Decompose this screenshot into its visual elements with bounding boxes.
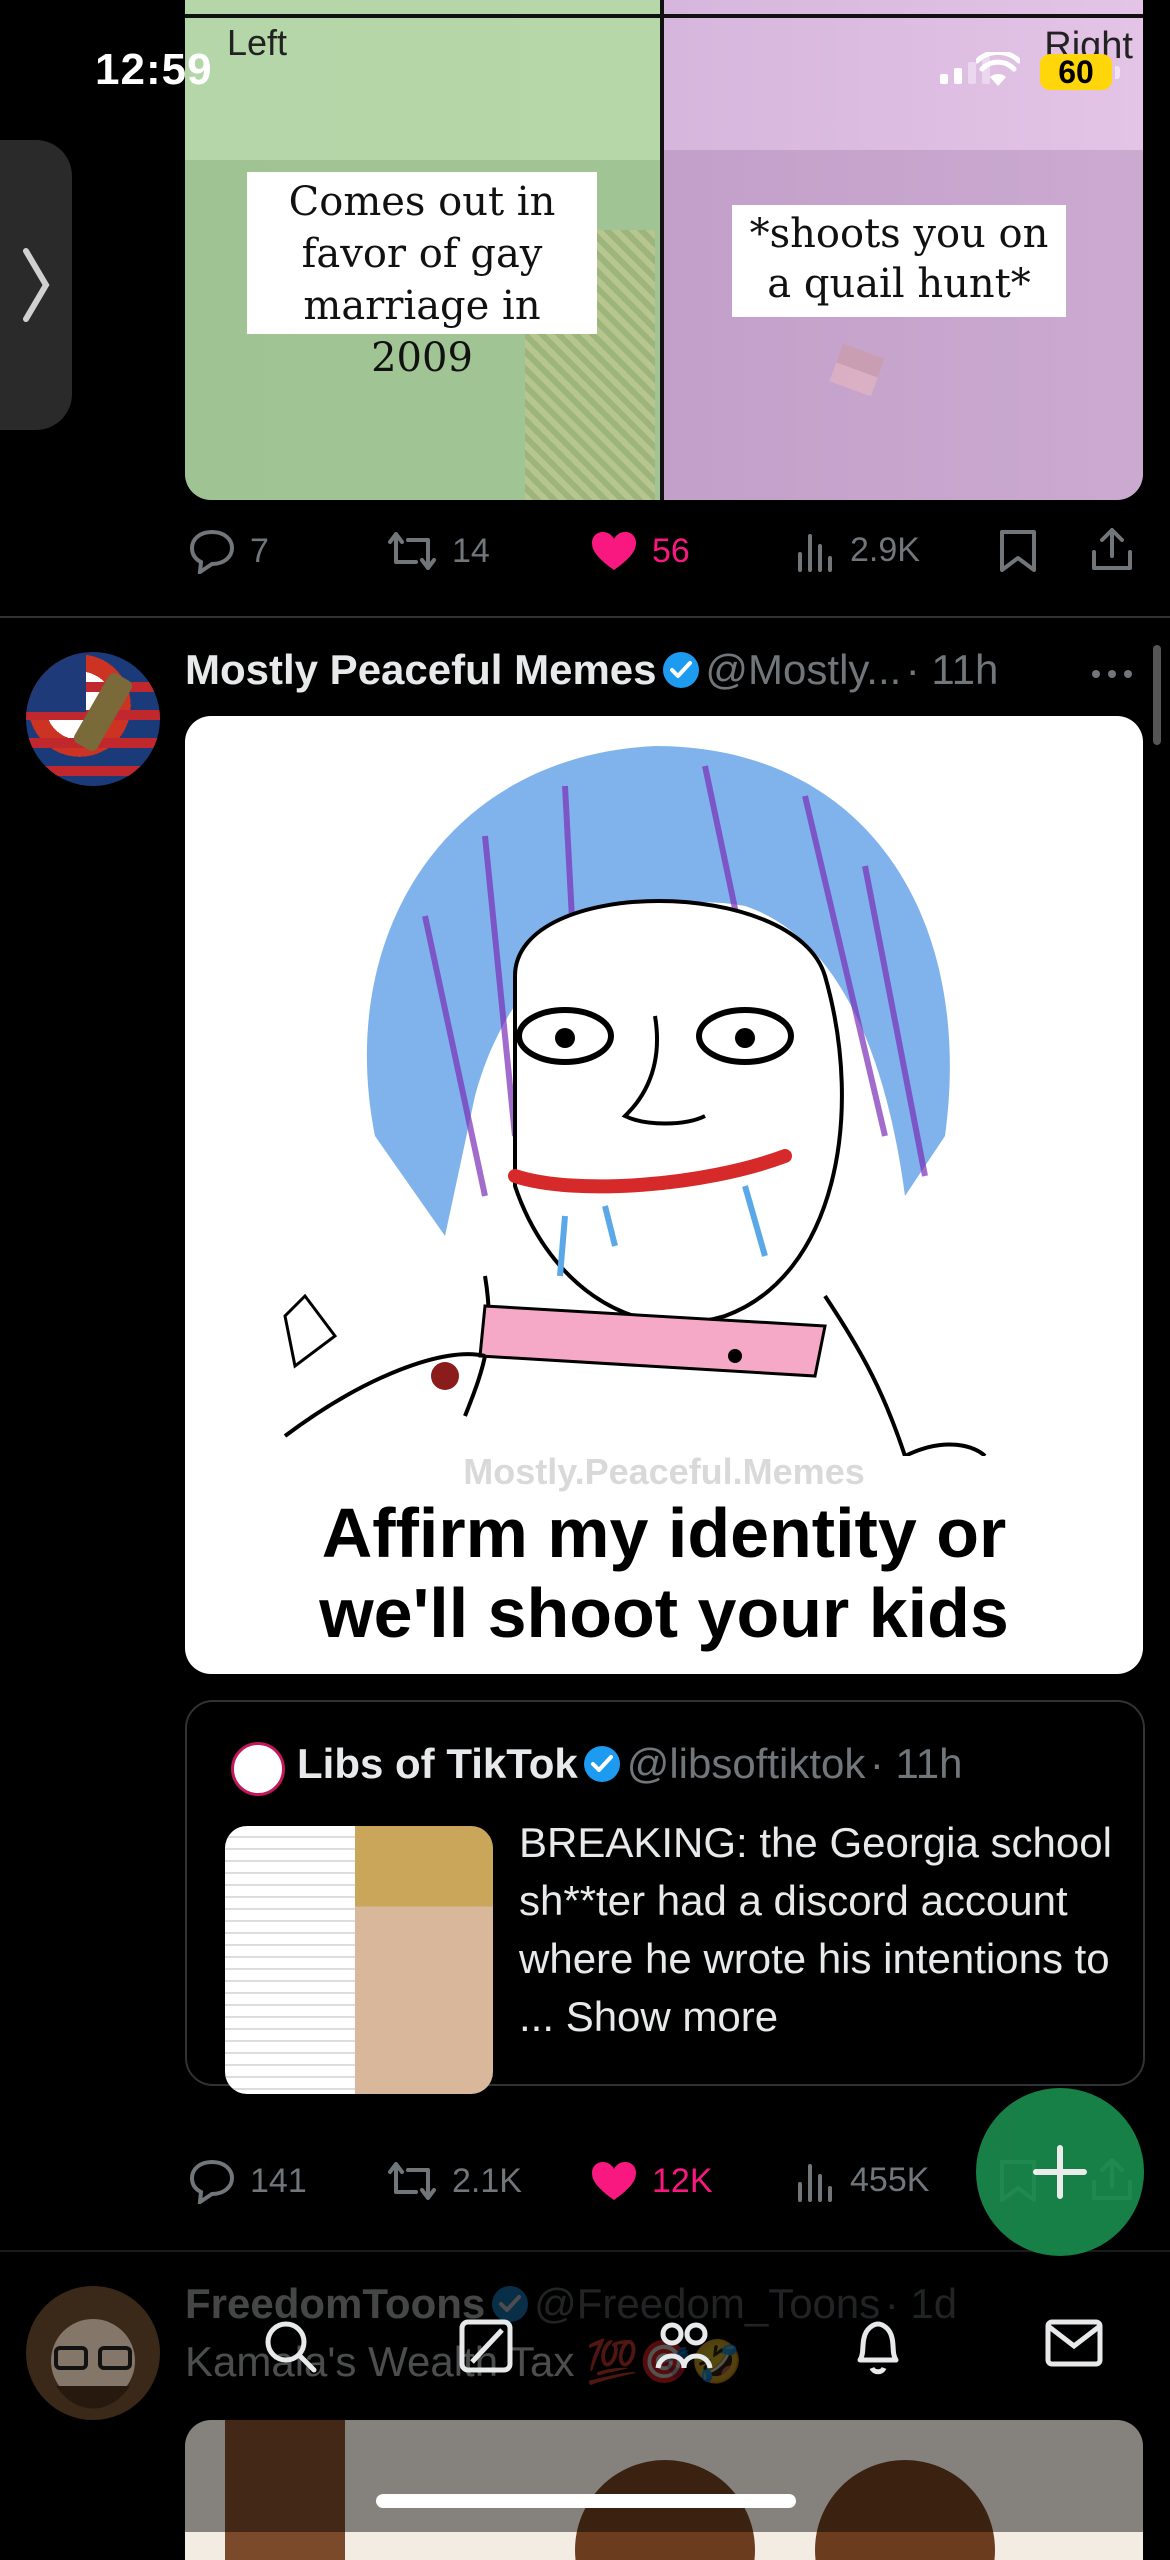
flag-avatar-icon <box>26 652 160 776</box>
like-count: 56 <box>652 531 690 570</box>
heart-filled-icon <box>592 2162 636 2200</box>
meme-drawing <box>283 746 987 1456</box>
bell-icon[interactable] <box>850 2318 906 2376</box>
quoted-header: Libs of TikTok @libsoftiktok · 11h <box>297 1740 963 1788</box>
handle[interactable]: @Mostly... <box>705 646 901 693</box>
quoted-time: · 11h <box>869 1740 963 1787</box>
image-figure-right <box>664 150 1143 500</box>
reply-icon <box>189 529 235 574</box>
reply-count: 7 <box>250 531 269 570</box>
like-button[interactable]: 12K <box>590 2160 713 2202</box>
share-icon <box>1092 528 1132 570</box>
meme-caption-line2: we'll shoot your kids <box>319 1574 1009 1652</box>
like-button[interactable]: 56 <box>590 530 690 572</box>
image-axis-vertical <box>660 0 664 500</box>
views-icon <box>798 534 832 572</box>
verified-badge-icon <box>662 652 699 688</box>
quoted-display-name: Libs of TikTok <box>297 1740 578 1787</box>
grok-icon[interactable] <box>458 2318 514 2374</box>
photo-thumb <box>355 1826 493 2094</box>
display-name[interactable]: Mostly Peaceful Memes <box>185 646 657 693</box>
meme-caption-line1: Affirm my identity or <box>321 1494 1007 1572</box>
like-count: 12K <box>652 2161 713 2200</box>
quoted-media <box>225 1826 493 2094</box>
compose-button[interactable] <box>976 2088 1144 2256</box>
post-header: Mostly Peaceful Memes @Mostly... · 11h <box>185 646 998 694</box>
communities-icon[interactable] <box>654 2318 714 2374</box>
avatar[interactable] <box>26 652 160 786</box>
quoted-avatar <box>231 1742 285 1796</box>
share-button[interactable] <box>1090 526 1134 572</box>
post-time: · 11h <box>905 646 999 693</box>
mail-icon[interactable] <box>1044 2318 1104 2368</box>
quoted-post[interactable]: Libs of TikTok @libsoftiktok · 11h BREAK… <box>185 1700 1145 2094</box>
repost-count: 14 <box>452 531 490 570</box>
quoted-handle: @libsoftiktok <box>626 1740 866 1787</box>
views-count: 455K <box>850 2160 930 2199</box>
bookmark-icon <box>1000 530 1036 572</box>
home-indicator[interactable] <box>376 2494 796 2508</box>
status-time: 12:59 <box>95 45 213 94</box>
chevron-right-icon <box>23 248 50 322</box>
repost-icon <box>388 2162 436 2200</box>
axis-label-left: Left <box>227 22 288 63</box>
plus-icon <box>1033 2145 1087 2199</box>
views-count: 2.9K <box>850 530 920 569</box>
quoted-text: BREAKING: the Georgia school sh**ter had… <box>519 1814 1119 2046</box>
views-button[interactable]: 2.9K <box>796 528 920 572</box>
drawer-handle[interactable] <box>0 140 72 430</box>
show-more-link[interactable]: Show more <box>566 1993 778 2040</box>
views-icon <box>798 2164 832 2202</box>
reply-count: 141 <box>250 2161 307 2200</box>
verified-badge-icon <box>584 1746 621 1782</box>
scrollbar[interactable] <box>1153 645 1161 745</box>
heart-filled-icon <box>592 532 636 570</box>
reply-button[interactable]: 7 <box>188 528 269 574</box>
search-icon[interactable] <box>262 2318 318 2374</box>
post-image[interactable]: Mostly.Peaceful.Memes Affirm my identity… <box>185 716 1143 1674</box>
bookmark-button[interactable] <box>998 528 1038 574</box>
views-button[interactable]: 455K <box>796 2158 929 2202</box>
article-screenshot-thumb <box>225 1826 355 2094</box>
post-divider <box>0 616 1170 618</box>
image-axis-horizontal <box>185 14 1143 18</box>
quadrant-label-left: Comes out in favor of gay marriage in 20… <box>247 172 597 381</box>
quadrant-label-right: *shoots you on a quail hunt* <box>732 205 1066 317</box>
reply-icon <box>189 2159 235 2204</box>
repost-icon <box>388 532 436 570</box>
repost-button[interactable]: 14 <box>386 530 490 572</box>
repost-button[interactable]: 2.1K <box>386 2160 522 2202</box>
reply-button[interactable]: 141 <box>188 2158 307 2204</box>
battery-indicator: 60 <box>1040 54 1120 90</box>
wifi-icon <box>976 52 1020 86</box>
meme-watermark: Mostly.Peaceful.Memes <box>463 1451 865 1492</box>
repost-count: 2.1K <box>452 2161 522 2200</box>
more-options-icon[interactable] <box>1090 668 1134 680</box>
tab-bar <box>0 2250 1170 2532</box>
